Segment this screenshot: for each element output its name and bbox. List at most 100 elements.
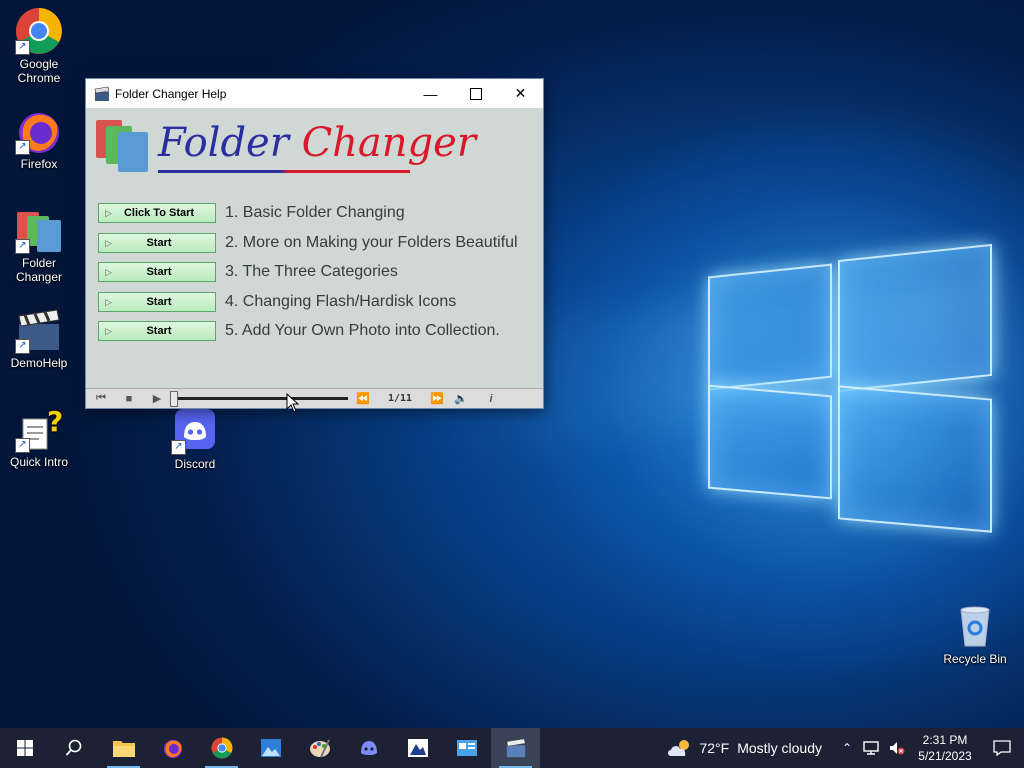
taskbar-app-2[interactable] [442,728,491,768]
desktop-icon-label: DemoHelp [10,356,68,370]
taskbar: 72°F Mostly cloudy ⌃ 2:31 PM 5/21/2023 [0,728,1024,768]
chrome-icon: ↗ [15,7,63,55]
media-player-bar: ⏮ ■ ▶ ⏪ 1/11 ⏩ 🔈 i [86,388,543,408]
search-button[interactable] [49,728,98,768]
window-app-icon [456,740,477,756]
lesson-1-start-button[interactable]: ▷ Click To Start [98,203,216,223]
lesson-row: ▷ Start 3. The Three Categories [98,261,398,283]
minimize-button[interactable]: — [408,79,453,108]
logo-word-folder: Folder [158,120,289,166]
taskbar-file-explorer[interactable] [99,728,148,768]
minimize-icon: — [423,85,438,102]
shortcut-arrow-icon: ↗ [15,239,30,254]
lesson-row: ▷ Start 2. More on Making your Folders Be… [98,232,518,254]
shortcut-arrow-icon: ↗ [15,40,30,55]
recycle-bin-icon [951,602,999,650]
shortcut-arrow-icon: ↗ [171,440,186,455]
desktop-icon-firefox[interactable]: ↗ Firefox [1,107,77,171]
stop-icon[interactable]: ■ [120,393,138,405]
skip-back-icon[interactable]: ⏮ [92,392,110,405]
desktop-icon-quick-intro[interactable]: ? ↗ Quick Intro [1,405,77,469]
close-icon: ✕ [514,85,527,101]
firefox-icon [163,739,182,759]
help-document-icon: ? ↗ [15,405,63,453]
lesson-title: 4. Changing Flash/Hardisk Icons [225,293,457,310]
shortcut-arrow-icon: ↗ [15,438,30,453]
progress-track[interactable] [170,391,348,407]
clapper-icon [94,86,110,101]
weather-desc: Mostly cloudy [737,740,822,756]
folder-changer-icon: ↗ [15,206,63,254]
lesson-4-start-button[interactable]: ▷ Start [98,292,216,312]
taskbar-firefox[interactable] [148,728,197,768]
info-icon[interactable]: i [482,393,500,405]
clock-date: 5/21/2023 [918,749,972,763]
taskbar-paint[interactable] [295,728,344,768]
lesson-5-start-button[interactable]: ▷ Start [98,321,216,341]
weather-temp: 72°F [699,740,730,756]
wallpaper-logo-pane [708,384,832,500]
desktop-icon-label: Folder Changer [15,256,63,284]
photos-icon [260,739,281,757]
start-button[interactable] [0,728,49,768]
lesson-title: 1. Basic Folder Changing [225,204,405,221]
lesson-3-start-button[interactable]: ▷ Start [98,262,216,282]
cloudy-weather-icon [668,740,690,756]
wallpaper-logo-pane [708,263,832,391]
logo-word-changer: Changer [301,120,476,166]
slide-counter: 1/11 [387,393,413,404]
lesson-row: ▷ Start 5. Add Your Own Photo into Collec… [98,320,500,342]
shortcut-arrow-icon: ↗ [15,140,30,155]
volume-icon[interactable]: 🔈 [452,392,470,405]
desktop-icon-label: Recycle Bin [943,652,1007,666]
mouse-cursor-icon [286,393,300,413]
maximize-button[interactable] [453,79,498,108]
desktop-icon-demohelp[interactable]: ↗ DemoHelp [1,306,77,370]
clapper-icon [506,738,525,758]
desktop-icon-label: Discord [174,457,216,471]
logo-underline [158,170,410,173]
desktop-icon-recycle-bin[interactable]: Recycle Bin [937,602,1013,666]
taskbar-demohelp[interactable] [491,728,540,768]
close-button[interactable]: ✕ [498,79,543,108]
rewind-icon[interactable]: ⏪ [354,392,372,405]
taskbar-photos[interactable] [246,728,295,768]
maximize-icon [469,87,482,100]
logo-text: Folder Changer [158,120,476,166]
chevron-up-icon[interactable]: ⌃ [836,741,858,755]
clapper-icon: ↗ [15,306,63,354]
play-icon: ▷ [105,208,112,218]
clock-time: 2:31 PM [922,733,968,747]
discord-icon [360,741,377,755]
window-title: Folder Changer Help [115,86,227,101]
desktop-icon-discord[interactable]: ↗ Discord [157,407,233,471]
taskbar-app-1[interactable] [393,728,442,768]
progress-thumb[interactable] [170,391,178,407]
lesson-title: 3. The Three Categories [225,263,398,280]
play-icon[interactable]: ▶ [148,392,166,405]
folder-changer-help-window: Folder Changer Help — ✕ Folder Changer ▷… [86,79,543,408]
play-icon: ▷ [105,267,112,277]
taskbar-discord[interactable] [344,728,393,768]
paint-palette-icon [309,739,330,758]
taskbar-clock[interactable]: 2:31 PM 5/21/2023 [910,732,980,764]
taskbar-chrome[interactable] [197,728,246,768]
lesson-2-start-button[interactable]: ▷ Start [98,233,216,253]
desktop-icon-folder-changer[interactable]: ↗ Folder Changer [1,206,77,284]
lesson-row: ▷ Start 4. Changing Flash/Hardisk Icons [98,291,456,313]
search-icon [65,739,81,756]
play-icon: ▷ [105,238,112,248]
network-icon[interactable] [862,740,880,756]
system-tray: 72°F Mostly cloudy ⌃ 2:31 PM 5/21/2023 [667,728,1024,768]
desktop-icon-chrome[interactable]: ↗ Google Chrome [1,7,77,85]
volume-muted-icon[interactable] [888,740,906,756]
svg-text:?: ? [47,405,63,438]
lesson-row: ▷ Click To Start 1. Basic Folder Changing [98,202,405,224]
window-titlebar[interactable]: Folder Changer Help — ✕ [86,79,543,108]
action-center-button[interactable] [980,728,1024,768]
folder-stack-icon [96,120,148,172]
weather-widget[interactable]: 72°F Mostly cloudy [667,738,822,758]
fast-forward-icon[interactable]: ⏩ [428,392,446,405]
notification-icon [993,740,1011,756]
discord-icon: ↗ [171,407,219,455]
